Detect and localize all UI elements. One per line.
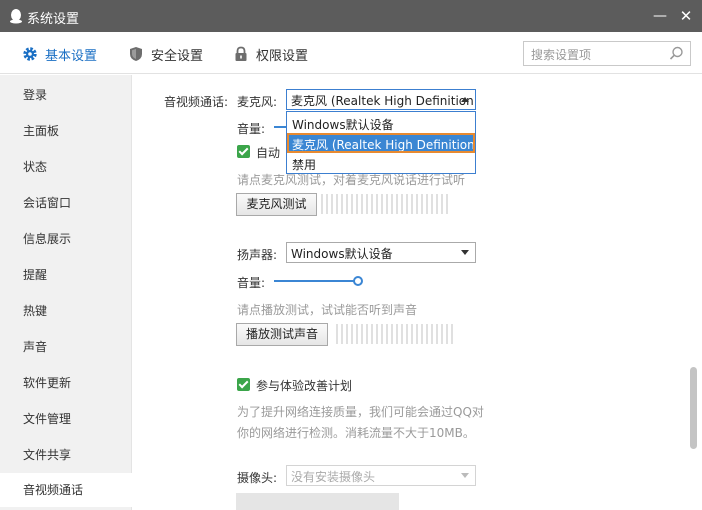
sidebar-item-sound[interactable]: 声音 (0, 330, 132, 364)
window-title: 系统设置 (27, 12, 80, 27)
content-scrollbar[interactable] (690, 367, 697, 449)
camera-label: 摄像头: (237, 471, 278, 485)
speaker-volume-knob[interactable] (353, 276, 363, 286)
sidebar-item-chat-window[interactable]: 会话窗口 (0, 186, 132, 220)
shield-icon (130, 47, 142, 61)
mic-auto-label: 自动 (256, 146, 281, 160)
mic-select[interactable]: 麦克风 (Realtek High Definition ... (286, 89, 476, 110)
chevron-down-icon (461, 250, 469, 255)
title-bar: 系统设置 — ✕ (0, 0, 702, 32)
speaker-test-button[interactable]: 播放测试声音 (236, 323, 328, 346)
penguin-icon (10, 9, 22, 24)
tab-label: 安全设置 (151, 48, 204, 64)
sidebar-item-info-display[interactable]: 信息展示 (0, 222, 132, 256)
mic-dropdown-list: Windows默认设备 麦克风 (Realtek High Definition… (286, 111, 476, 174)
tab-label: 权限设置 (256, 48, 309, 64)
mic-option-windows-default[interactable]: Windows默认设备 (287, 113, 475, 133)
mic-selected-value: 麦克风 (Realtek High Definition ... (291, 94, 476, 108)
close-button[interactable]: ✕ (676, 6, 696, 26)
tab-security-settings[interactable]: 安全设置 (128, 44, 203, 64)
lock-icon (235, 46, 247, 61)
mic-label: 麦克风: (237, 95, 278, 109)
mic-auto-checkbox[interactable] (237, 145, 250, 158)
speaker-volume-slider[interactable] (274, 280, 354, 282)
camera-selected-value: 没有安装摄像头 (291, 470, 376, 484)
speaker-level-meter (336, 324, 453, 344)
chevron-down-icon (461, 473, 469, 478)
sidebar-item-file-sharing[interactable]: 文件共享 (0, 438, 132, 472)
speaker-select[interactable]: Windows默认设备 (286, 242, 476, 263)
mic-volume-label: 音量: (237, 122, 266, 136)
mic-level-meter (321, 194, 448, 214)
search-input[interactable]: 搜索设置项 (523, 41, 691, 66)
sidebar-item-file-management[interactable]: 文件管理 (0, 402, 132, 436)
camera-select[interactable]: 没有安装摄像头 (286, 465, 476, 486)
sidebar-item-main-panel[interactable]: 主面板 (0, 114, 132, 148)
speaker-label: 扬声器: (237, 248, 278, 262)
section-label-av-call: 音视频通话: (164, 95, 229, 109)
sidebar-item-status[interactable]: 状态 (0, 150, 132, 184)
mic-option-disable[interactable]: 禁用 (287, 153, 475, 173)
speaker-volume-label: 音量: (237, 276, 266, 290)
sidebar-item-hotkeys[interactable]: 热键 (0, 294, 132, 328)
top-tab-bar: 基本设置 安全设置 权限设置 搜索设置项 (0, 32, 702, 74)
mic-test-button[interactable]: 麦克风测试 (236, 193, 317, 216)
experience-program-checkbox[interactable] (237, 378, 250, 391)
chevron-up-icon (461, 97, 469, 102)
sidebar-item-software-update[interactable]: 软件更新 (0, 366, 132, 400)
sidebar: 登录 主面板 状态 会话窗口 信息展示 提醒 热键 声音 软件更新 文件管理 文… (0, 75, 133, 510)
search-placeholder: 搜索设置项 (531, 48, 592, 62)
camera-preview (236, 493, 399, 510)
tab-permission-settings[interactable]: 权限设置 (233, 44, 308, 64)
sidebar-item-av-call[interactable]: 音视频通话 (0, 473, 133, 507)
mic-volume-slider[interactable] (274, 126, 286, 128)
tab-label: 基本设置 (45, 48, 98, 64)
speaker-selected-value: Windows默认设备 (291, 247, 393, 261)
minimize-button[interactable]: — (650, 6, 670, 26)
settings-content: 音视频通话: 麦克风: 麦克风 (Realtek High Definition… (133, 75, 702, 510)
experience-desc-line2: 你的网络进行检测。消耗流量不大于10MB。 (237, 426, 475, 440)
tab-basic-settings[interactable]: 基本设置 (22, 44, 97, 64)
speaker-test-hint: 请点播放测试，试试能否听到声音 (237, 303, 418, 317)
sidebar-item-login[interactable]: 登录 (0, 78, 132, 112)
experience-desc-line1: 为了提升网络连接质量，我们可能会通过QQ对 (237, 405, 484, 419)
search-icon[interactable] (669, 46, 684, 61)
gear-icon (23, 47, 37, 61)
experience-program-label: 参与体验改善计划 (256, 379, 353, 393)
mic-option-realtek[interactable]: 麦克风 (Realtek High Definition Audio) (287, 133, 475, 153)
sidebar-item-reminder[interactable]: 提醒 (0, 258, 132, 292)
